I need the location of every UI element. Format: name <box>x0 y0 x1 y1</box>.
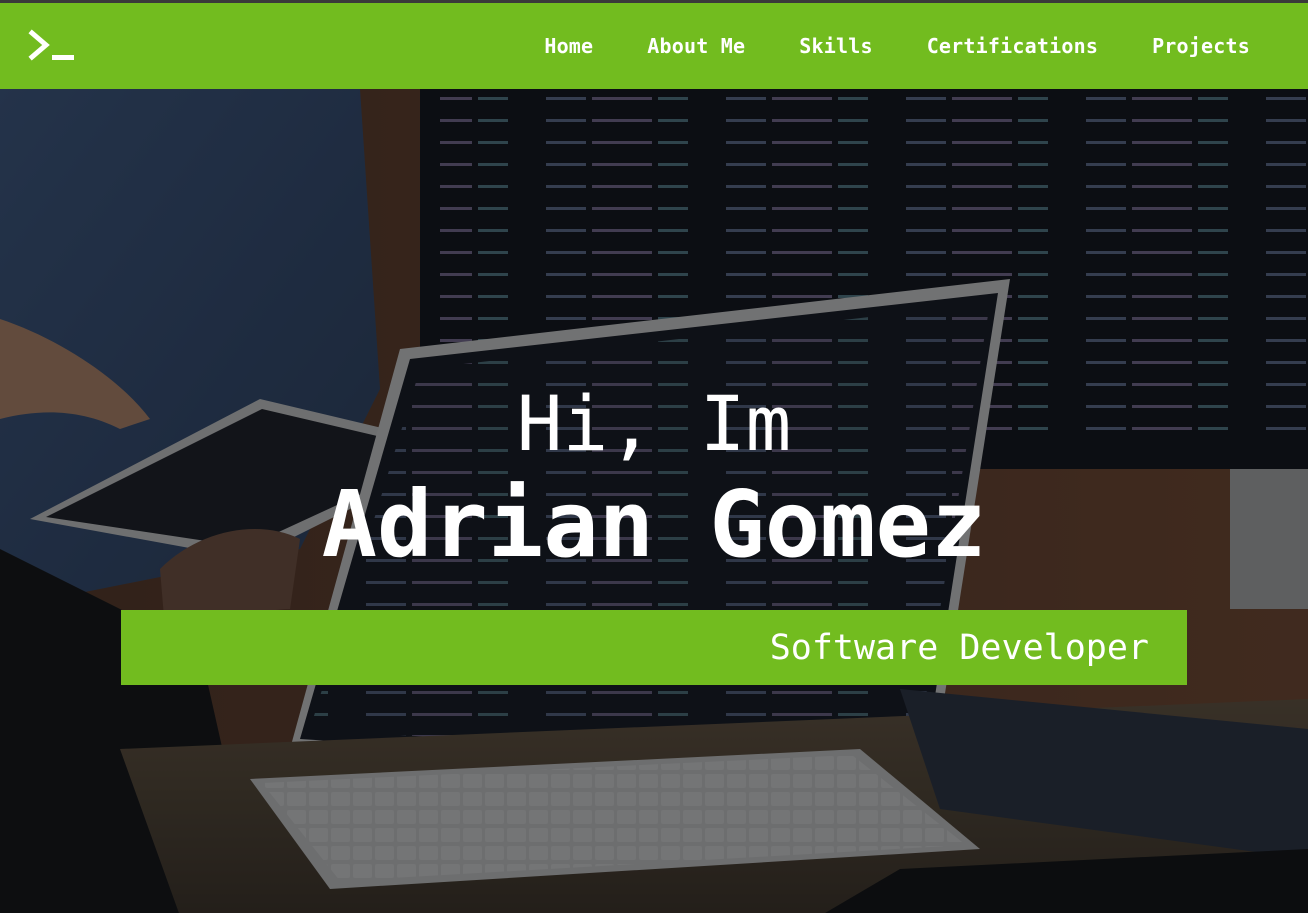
nav-link-certifications[interactable]: Certifications <box>927 34 1098 58</box>
navbar: Home About Me Skills Certifications Proj… <box>0 3 1308 89</box>
terminal-prompt-icon[interactable] <box>28 29 80 65</box>
hero-name: Adrian Gomez <box>321 471 987 578</box>
nav-link-skills[interactable]: Skills <box>799 34 872 58</box>
nav-link-about-me[interactable]: About Me <box>647 34 745 58</box>
nav-link-home[interactable]: Home <box>544 34 593 58</box>
hero-role: Software Developer <box>769 628 1149 668</box>
nav-link-projects[interactable]: Projects <box>1152 34 1250 58</box>
hero-section: Hi, Im Adrian Gomez Software Developer <box>0 89 1308 913</box>
role-banner: Software Developer <box>121 610 1187 685</box>
nav-links: Home About Me Skills Certifications Proj… <box>490 3 1250 89</box>
page-frame: Home About Me Skills Certifications Proj… <box>0 0 1308 913</box>
hero-greeting: Hi, Im <box>516 379 792 468</box>
